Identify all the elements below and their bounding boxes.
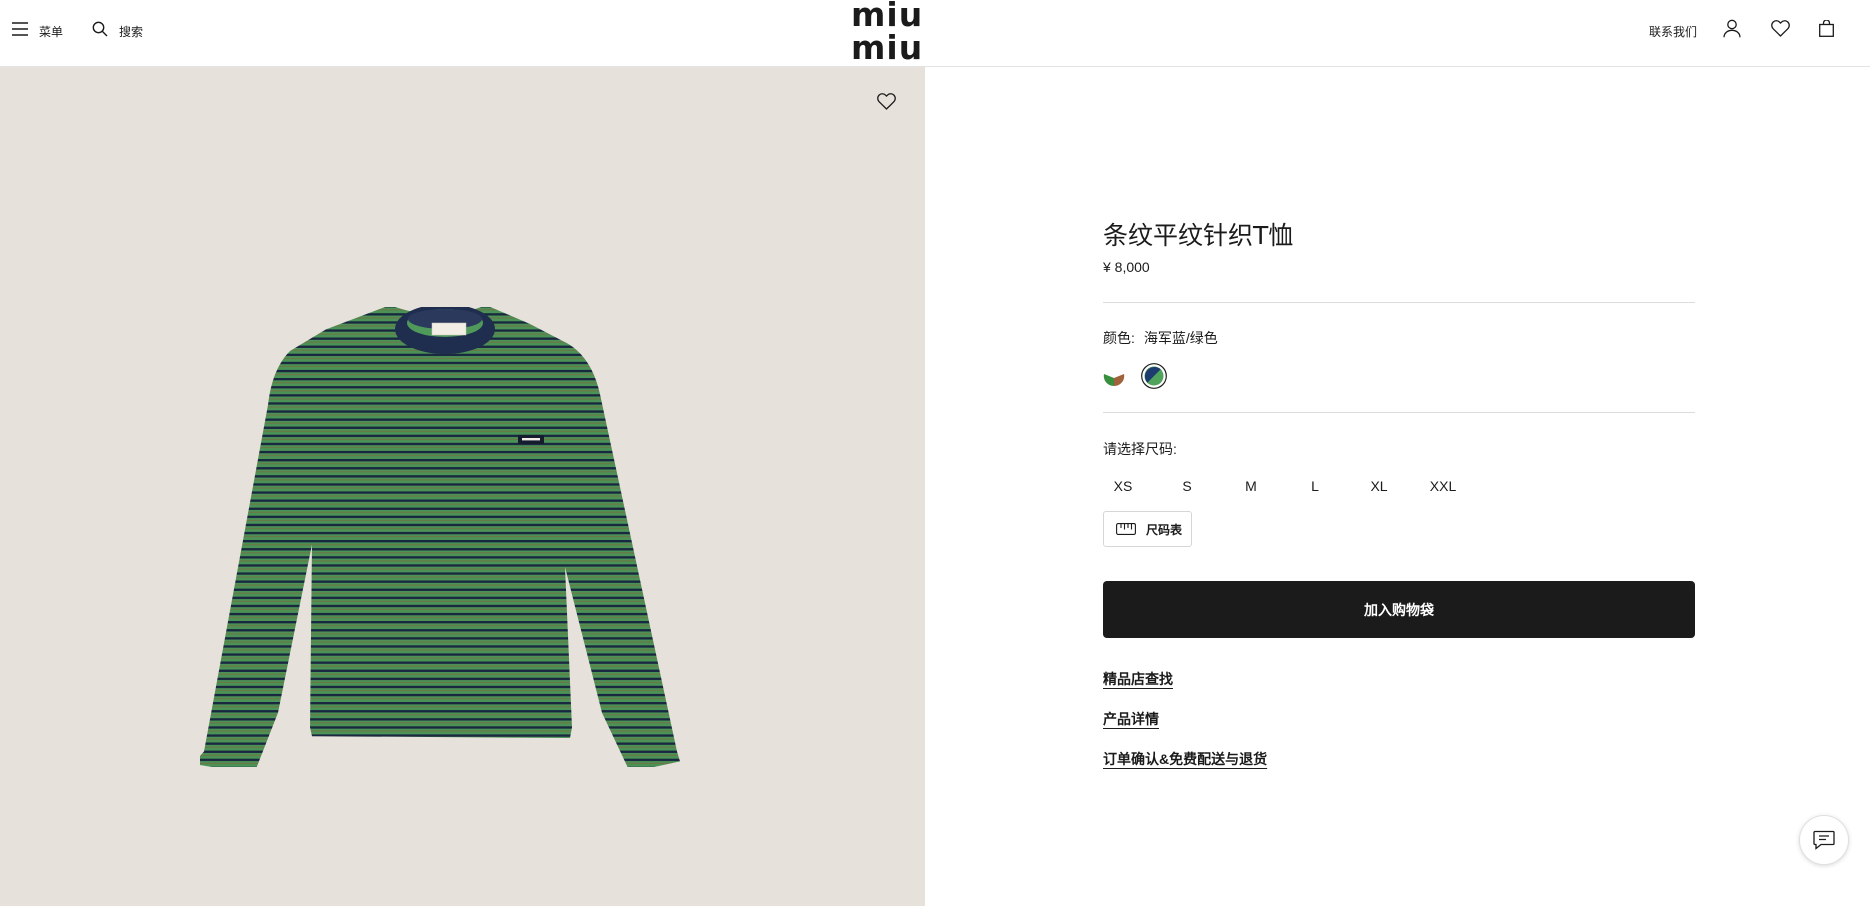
chat-button[interactable] xyxy=(1799,815,1849,865)
product-image xyxy=(200,304,700,775)
menu-label: 菜单 xyxy=(39,24,64,39)
size-chart-label: 尺码表 xyxy=(1146,522,1183,537)
size-chart-button[interactable]: 尺码表 xyxy=(1103,511,1192,547)
product-details-link[interactable]: 产品详情 xyxy=(1103,709,1159,729)
menu-icon xyxy=(12,21,28,41)
site-header: 菜单 搜索 miu miu 联系我们 xyxy=(0,0,1870,67)
bag-icon xyxy=(1819,19,1834,42)
logo-text: miu miu xyxy=(851,0,924,67)
search-icon xyxy=(92,21,108,42)
product-price: ¥ 8,000 xyxy=(1103,259,1150,275)
wishlist-button[interactable] xyxy=(1771,0,1790,62)
color-swatch-navy-green[interactable] xyxy=(1141,363,1167,389)
color-swatch-green-brown[interactable] xyxy=(1103,365,1125,387)
shipping-returns-link[interactable]: 订单确认&免费配送与退货 xyxy=(1103,749,1267,769)
divider xyxy=(1103,302,1695,303)
heart-icon xyxy=(1771,20,1790,42)
product-title: 条纹平纹针织T恤 xyxy=(1103,221,1294,250)
color-value: 海军蓝/绿色 xyxy=(1143,330,1218,346)
size-label: 请选择尺码: xyxy=(1103,441,1177,457)
brand-logo[interactable]: miu miu xyxy=(851,0,999,64)
search-button[interactable]: 搜索 xyxy=(92,0,143,62)
user-icon xyxy=(1723,19,1741,43)
contact-us-link[interactable]: 联系我们 xyxy=(1649,0,1697,62)
add-to-bag-button[interactable]: 加入购物袋 xyxy=(1103,581,1695,638)
size-option-xs[interactable]: XS xyxy=(1103,478,1143,494)
store-locator-link[interactable]: 精品店查找 xyxy=(1103,669,1173,689)
size-option-l[interactable]: L xyxy=(1295,478,1335,494)
divider xyxy=(1103,412,1695,413)
product-image-panel xyxy=(0,67,925,906)
account-button[interactable] xyxy=(1723,0,1741,62)
ruler-icon xyxy=(1116,523,1136,535)
size-option-xl[interactable]: XL xyxy=(1359,478,1399,494)
image-wishlist-button[interactable] xyxy=(877,93,896,115)
shopping-bag-button[interactable] xyxy=(1819,0,1834,62)
size-option-m[interactable]: M xyxy=(1231,478,1271,494)
contact-label: 联系我们 xyxy=(1649,24,1698,39)
heart-icon xyxy=(877,93,896,114)
size-option-xxl[interactable]: XXL xyxy=(1423,478,1463,494)
color-label: 颜色: xyxy=(1103,330,1135,346)
search-label: 搜索 xyxy=(119,24,144,39)
size-selector: XS S M L XL XXL xyxy=(1103,478,1463,498)
color-row: 颜色: 海军蓝/绿色 xyxy=(1103,328,1218,348)
size-option-s[interactable]: S xyxy=(1167,478,1207,494)
chat-icon xyxy=(1813,830,1835,850)
menu-button[interactable]: 菜单 xyxy=(12,0,63,62)
